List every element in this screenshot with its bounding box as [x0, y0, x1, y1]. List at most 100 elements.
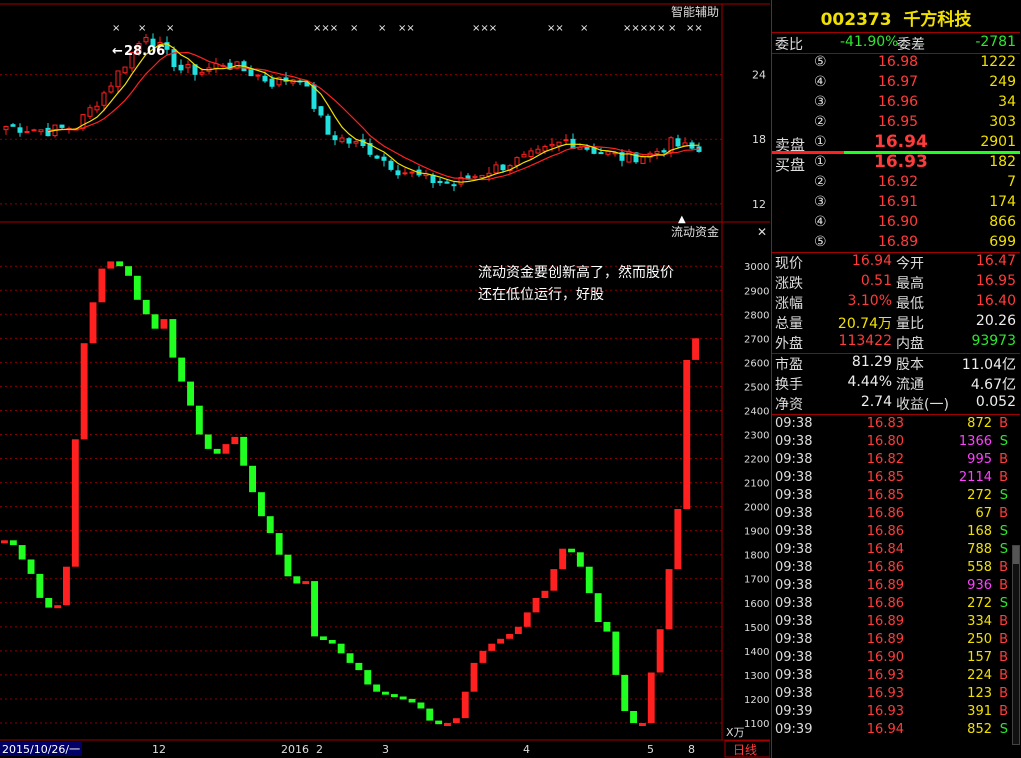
- candle-body: [325, 115, 331, 135]
- candle-body: [402, 172, 408, 175]
- fund-bar: [444, 723, 451, 726]
- quote-label: 最低: [896, 296, 924, 312]
- fund-bar: [204, 434, 212, 449]
- fund-bar: [222, 444, 230, 454]
- level-icon: ④: [814, 214, 827, 230]
- trade-price: 16.86: [866, 506, 904, 521]
- fund-tick: 1100: [744, 719, 769, 730]
- trade-side: B: [999, 650, 1008, 665]
- trade-row: 09:38 16.82 995 B: [772, 452, 1020, 470]
- trade-side: S: [999, 596, 1008, 611]
- trade-volume: 123: [967, 686, 992, 701]
- trade-volume: 1366: [958, 434, 992, 449]
- candle-body: [101, 92, 107, 106]
- trade-row: 09:38 16.90 157 B: [772, 650, 1020, 668]
- signal-mark: ×××: [472, 23, 497, 34]
- trade-row: 09:38 16.86 168 S: [772, 524, 1020, 542]
- sell-volume: 303: [989, 114, 1016, 130]
- trade-row: 09:38 16.93 224 B: [772, 668, 1020, 686]
- date-tick: 12: [152, 743, 166, 756]
- fund-bar: [311, 581, 318, 637]
- candle-body: [654, 150, 660, 154]
- fund-tick: 1500: [744, 623, 769, 634]
- fund-bar: [160, 319, 168, 329]
- fund-bar: [320, 636, 327, 640]
- period-label[interactable]: 日线: [733, 743, 757, 757]
- scroll-thumb[interactable]: [1013, 546, 1019, 564]
- fundamental-value: 0.052: [975, 394, 1016, 410]
- level-icon: ③: [814, 94, 827, 110]
- candle-body: [332, 135, 338, 141]
- trade-time: 09:38: [775, 632, 813, 647]
- chart-area[interactable]: 241812 × × × ××× × × ×× ××× ×× × ×××× × × ×× 智能辅助 ← 2…: [0, 0, 770, 758]
- signal-mark: ×: [580, 23, 588, 34]
- fund-bar: [408, 698, 416, 703]
- fund-bar: [656, 629, 664, 673]
- peak-arrow: ←: [112, 44, 123, 59]
- candle-body: [346, 138, 352, 144]
- weicha-value: -2781: [975, 34, 1016, 50]
- trade-time: 09:38: [775, 596, 813, 611]
- sell-volume: 2901: [980, 134, 1016, 150]
- candle-body: [563, 139, 569, 142]
- trade-price: 16.82: [866, 452, 904, 467]
- candle-body: [395, 170, 401, 176]
- candle-body: [262, 75, 268, 82]
- fund-bar: [514, 626, 522, 634]
- trade-time: 09:38: [775, 614, 813, 629]
- fundamental-value: 11.04亿: [961, 357, 1016, 373]
- buy-price: 16.90: [878, 214, 919, 230]
- signal-mark: ×: [112, 23, 120, 34]
- fund-bar: [80, 343, 88, 440]
- annotation-line-1: 流动资金要创新高了，然而股价: [478, 264, 674, 281]
- trade-time: 09:38: [775, 686, 813, 701]
- quote-row: 涨跌 0.51 最高 16.95: [772, 272, 1020, 292]
- trade-side: S: [999, 542, 1008, 557]
- quote-row: 涨幅 3.10% 最低 16.40: [772, 292, 1020, 312]
- fund-bar: [195, 405, 203, 435]
- fund-bar: [213, 448, 221, 454]
- trade-side: B: [999, 704, 1008, 719]
- weicha-label: 委差: [897, 37, 925, 53]
- fund-tick: 2300: [744, 431, 769, 442]
- quote-label: 最高: [896, 276, 924, 292]
- weibi-row: 委比 -41.90% 委差 -2781: [772, 33, 1020, 53]
- quote-value: 20.26: [975, 313, 1016, 329]
- fund-tick: 2800: [744, 310, 769, 321]
- candle-body: [115, 70, 121, 88]
- trade-time: 09:39: [775, 704, 813, 719]
- fundamental-row: 净资 2.74 收益(一) 0.052: [772, 393, 1020, 413]
- buy-order-row: ⑤ 16.89 699: [772, 233, 1020, 253]
- candle-body: [472, 175, 478, 178]
- trade-time: 09:38: [775, 668, 813, 683]
- quote-label: 涨幅: [775, 296, 803, 312]
- trade-price: 16.84: [866, 542, 904, 557]
- trade-side: B: [999, 452, 1008, 467]
- trade-volume: 272: [967, 488, 992, 503]
- level-icon: ③: [814, 194, 827, 210]
- candle-body: [542, 146, 548, 152]
- candle-body: [199, 71, 205, 75]
- indicator-top-title: 智能辅助: [671, 4, 719, 19]
- trade-volume: 157: [967, 650, 992, 665]
- fund-tick: 2700: [744, 334, 769, 345]
- buy-price: 16.92: [878, 174, 919, 190]
- close-icon[interactable]: ✕: [757, 225, 767, 239]
- fund-bar: [337, 643, 345, 654]
- fundamental-label: 收益(一): [896, 397, 949, 413]
- fund-bar: [523, 612, 531, 627]
- fund-bar: [293, 576, 301, 584]
- price-tick: 18: [752, 133, 766, 146]
- trade-time: 09:39: [775, 722, 813, 737]
- trade-scrollbar[interactable]: [1012, 545, 1020, 745]
- candle-body: [409, 171, 415, 174]
- fund-bar: [621, 674, 629, 711]
- date-tick: 2: [316, 743, 323, 756]
- candle-body: [185, 64, 191, 69]
- buy-order-row: ① 16.93 182: [772, 152, 1020, 173]
- signal-mark: ×: [138, 23, 146, 34]
- quote-label: 外盘: [775, 336, 803, 352]
- trade-volume: 391: [967, 704, 992, 719]
- sell-order-row: ④ 16.97 249: [772, 73, 1020, 93]
- fundamental-value: 4.67亿: [970, 377, 1016, 393]
